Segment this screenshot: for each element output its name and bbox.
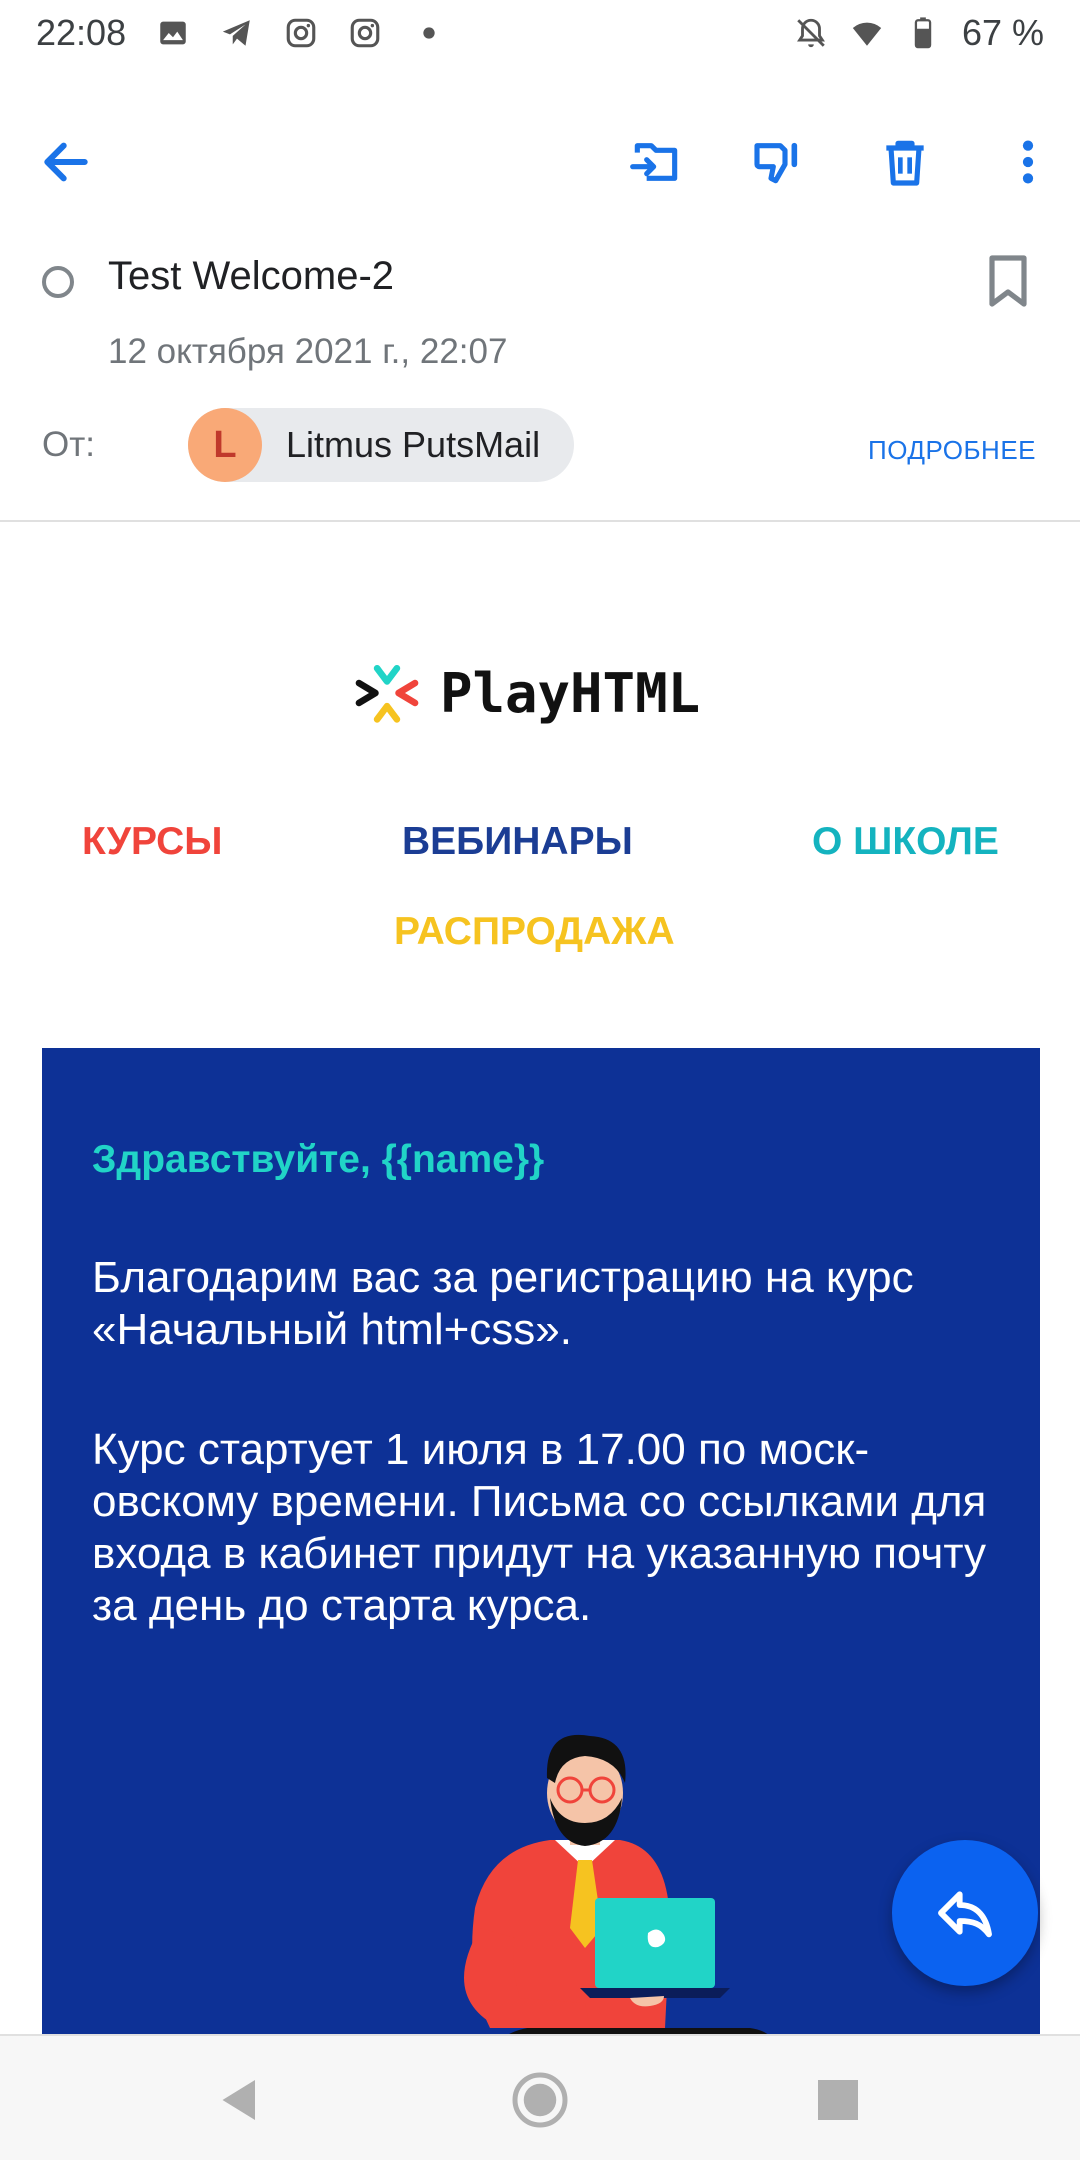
dot-icon [412, 16, 446, 50]
image-icon [156, 16, 190, 50]
more-options-button[interactable] [996, 130, 1060, 194]
status-bar: 22:08 67 % [0, 0, 1080, 66]
recents-square-icon[interactable] [808, 2070, 868, 2130]
telegram-icon [220, 16, 254, 50]
move-to-folder-icon [630, 143, 678, 181]
reply-button[interactable] [892, 1840, 1038, 1986]
trash-icon [886, 140, 924, 186]
nav-link-webinars[interactable]: ВЕБИНАРЫ [402, 820, 633, 864]
spam-button[interactable] [746, 130, 810, 194]
mail-date: 12 октября 2021 г., 22:07 [108, 332, 508, 371]
nav-link-courses[interactable]: КУРСЫ [82, 820, 222, 864]
nav-link-about-school[interactable]: О ШКОЛЕ [812, 820, 999, 864]
header-divider [0, 520, 1080, 522]
greeting-text: Здравствуйте, {{name}} [92, 1138, 545, 1181]
back-button[interactable] [34, 130, 98, 194]
battery-percent: 67 % [961, 12, 1044, 53]
bookmark-icon[interactable] [986, 254, 1030, 308]
mute-icon [794, 16, 828, 50]
avatar: L [188, 408, 262, 482]
back-triangle-icon[interactable] [210, 2070, 270, 2130]
back-arrow-icon [44, 142, 88, 182]
sender-name: Litmus PutsMail [286, 424, 541, 465]
nav-link-sale[interactable]: РАСПРОДАЖА [394, 910, 675, 954]
status-time: 22:08 [36, 12, 127, 53]
mail-subject: Test Welcome-2 [108, 254, 395, 298]
mail-toolbar [0, 110, 1080, 210]
logo-text: PlayHTML [440, 661, 701, 725]
battery-icon [906, 16, 940, 50]
playhtml-logo-icon [355, 664, 419, 723]
unread-indicator[interactable] [42, 266, 74, 298]
from-label: От: [42, 425, 95, 464]
spam-icon [754, 142, 798, 184]
course-start-paragraph: Курс стартует 1 июля в 17.00 по моск-овс… [92, 1425, 987, 1630]
instagram-icon [348, 16, 382, 50]
delete-button[interactable] [873, 130, 937, 194]
details-link[interactable]: ПОДРОБНЕЕ [868, 435, 1036, 466]
reply-icon [938, 1891, 992, 1938]
system-nav-bar [0, 2034, 1080, 2160]
registration-paragraph: Благодарим вас за регистрацию на курс «Н… [92, 1253, 914, 1354]
more-icon [1022, 140, 1034, 184]
instagram-icon [284, 16, 318, 50]
home-circle-icon[interactable] [510, 2070, 570, 2130]
playhtml-logo[interactable]: PlayHTML [354, 660, 700, 726]
move-to-folder-button[interactable] [624, 130, 688, 194]
sender-chip[interactable]: L Litmus PutsMail [188, 408, 575, 482]
welcome-card: Здравствуйте, {{name}} Благодарим вас за… [42, 1048, 1040, 2160]
wifi-icon [850, 16, 884, 50]
